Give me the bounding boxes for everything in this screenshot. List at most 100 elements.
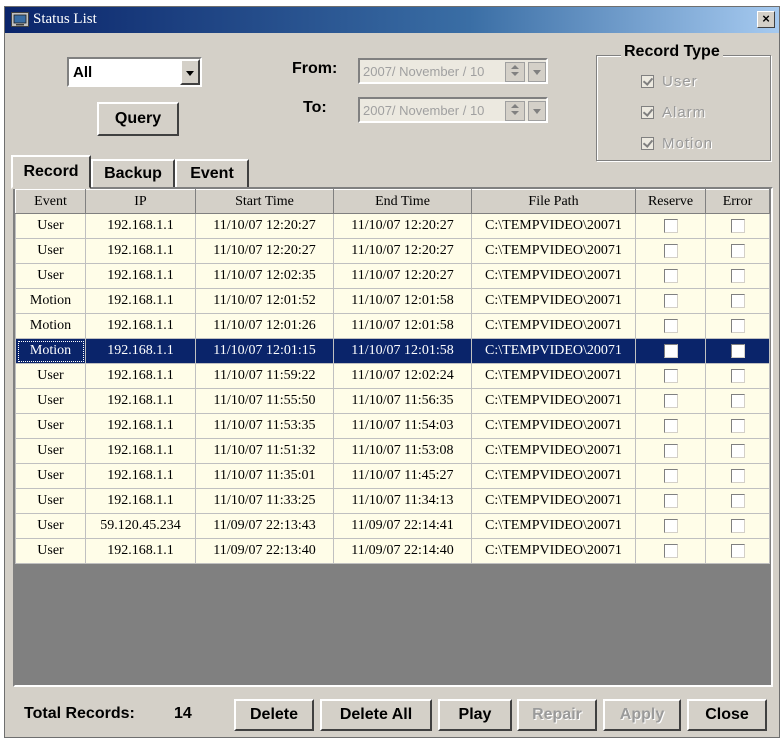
title-bar[interactable]: Status List × — [5, 7, 779, 33]
cell-end: 11/10/07 12:02:24 — [333, 363, 472, 389]
app-icon — [11, 12, 29, 27]
to-label: To: — [303, 99, 327, 116]
table-row[interactable]: User 192.168.1.1 11/10/07 11:53:35 11/10/07… — [15, 413, 770, 439]
reserve-checkbox[interactable] — [663, 293, 678, 308]
error-checkbox[interactable] — [730, 343, 745, 358]
reserve-checkbox[interactable] — [663, 468, 678, 483]
error-checkbox[interactable] — [730, 368, 745, 383]
record-type-alarm-checkbox[interactable]: Alarm — [641, 104, 706, 121]
from-date-picker[interactable]: 2007/ November / 10 — [358, 58, 548, 84]
error-checkbox[interactable] — [730, 443, 745, 458]
reserve-checkbox[interactable] — [663, 443, 678, 458]
error-checkbox[interactable] — [730, 418, 745, 433]
from-date-spinner[interactable] — [505, 62, 525, 82]
reserve-checkbox[interactable] — [663, 518, 678, 533]
to-date-value: 2007/ November / 10 — [363, 103, 485, 118]
record-table[interactable]: Event IP Start Time End Time File Path R… — [13, 187, 773, 687]
table-row[interactable]: User 192.168.1.1 11/10/07 11:51:32 11/10/07… — [15, 438, 770, 464]
column-header-ip[interactable]: IP — [85, 189, 196, 214]
cell-path: C:\TEMPVIDEO\20071 — [471, 238, 636, 264]
table-row[interactable]: User 192.168.1.1 11/10/07 11:35:01 11/10/07… — [15, 463, 770, 489]
cell-end: 11/09/07 22:14:40 — [333, 538, 472, 564]
column-header-start-time[interactable]: Start Time — [195, 189, 334, 214]
cell-ip: 192.168.1.1 — [85, 388, 196, 414]
to-date-spinner[interactable] — [505, 101, 525, 121]
record-type-motion-checkbox[interactable]: Motion — [641, 135, 713, 152]
error-checkbox[interactable] — [730, 218, 745, 233]
reserve-checkbox[interactable] — [663, 493, 678, 508]
cell-start: 11/10/07 11:33:25 — [195, 488, 334, 514]
error-checkbox[interactable] — [730, 493, 745, 508]
error-checkbox[interactable] — [730, 468, 745, 483]
table-row[interactable]: Motion 192.168.1.1 11/10/07 12:01:26 11/10/… — [15, 313, 770, 339]
column-header-error[interactable]: Error — [705, 189, 770, 214]
cell-path: C:\TEMPVIDEO\20071 — [471, 438, 636, 464]
table-row[interactable]: Motion 192.168.1.1 11/10/07 12:01:15 11/10/… — [15, 338, 770, 364]
table-row[interactable]: User 192.168.1.1 11/10/07 12:20:27 11/10/07… — [15, 213, 770, 239]
repair-button[interactable]: Repair — [517, 699, 597, 731]
cell-path: C:\TEMPVIDEO\20071 — [471, 363, 636, 389]
reserve-checkbox[interactable] — [663, 393, 678, 408]
reserve-checkbox[interactable] — [663, 368, 678, 383]
error-checkbox[interactable] — [730, 293, 745, 308]
table-row[interactable]: Motion 192.168.1.1 11/10/07 12:01:52 11/10/… — [15, 288, 770, 314]
reserve-checkbox[interactable] — [663, 243, 678, 258]
cell-reserve — [635, 338, 706, 364]
cell-end: 11/10/07 11:45:27 — [333, 463, 472, 489]
reserve-checkbox[interactable] — [663, 343, 678, 358]
table-row[interactable]: User 192.168.1.1 11/10/07 11:59:22 11/10/07… — [15, 363, 770, 389]
table-row[interactable]: User 192.168.1.1 11/10/07 11:33:25 11/10/07… — [15, 488, 770, 514]
cell-event: User — [15, 488, 86, 514]
column-header-reserve[interactable]: Reserve — [635, 189, 706, 214]
reserve-checkbox[interactable] — [663, 218, 678, 233]
delete-button[interactable]: Delete — [234, 699, 314, 731]
cell-event: User — [15, 263, 86, 289]
error-checkbox[interactable] — [730, 243, 745, 258]
cell-ip: 192.168.1.1 — [85, 413, 196, 439]
delete-all-button[interactable]: Delete All — [320, 699, 432, 731]
play-button[interactable]: Play — [438, 699, 512, 731]
from-date-dropdown-icon[interactable] — [528, 62, 546, 82]
record-type-user-checkbox[interactable]: User — [641, 73, 698, 90]
table-row[interactable]: User 192.168.1.1 11/10/07 11:55:50 11/10/07… — [15, 388, 770, 414]
event-filter-select[interactable]: All — [67, 57, 202, 87]
cell-path: C:\TEMPVIDEO\20071 — [471, 463, 636, 489]
cell-event: User — [15, 513, 86, 539]
to-date-dropdown-icon[interactable] — [528, 101, 546, 121]
cell-error — [705, 488, 770, 514]
error-checkbox[interactable] — [730, 318, 745, 333]
table-row[interactable]: User 59.120.45.234 11/09/07 22:13:43 11/09/… — [15, 513, 770, 539]
column-header-event[interactable]: Event — [15, 189, 86, 214]
close-icon[interactable]: × — [757, 11, 775, 28]
cell-end: 11/10/07 11:56:35 — [333, 388, 472, 414]
column-header-file-path[interactable]: File Path — [471, 189, 636, 214]
reserve-checkbox[interactable] — [663, 268, 678, 283]
tab-record[interactable]: Record — [11, 155, 91, 189]
cell-error — [705, 538, 770, 564]
to-date-picker[interactable]: 2007/ November / 10 — [358, 97, 548, 123]
cell-reserve — [635, 463, 706, 489]
error-checkbox[interactable] — [730, 268, 745, 283]
error-checkbox[interactable] — [730, 543, 745, 558]
reserve-checkbox[interactable] — [663, 418, 678, 433]
table-row[interactable]: User 192.168.1.1 11/10/07 12:20:27 11/10/07… — [15, 238, 770, 264]
cell-path: C:\TEMPVIDEO\20071 — [471, 313, 636, 339]
column-header-end-time[interactable]: End Time — [333, 189, 472, 214]
tab-event[interactable]: Event — [175, 159, 249, 189]
error-checkbox[interactable] — [730, 518, 745, 533]
cell-end: 11/09/07 22:14:41 — [333, 513, 472, 539]
cell-end: 11/10/07 11:54:03 — [333, 413, 472, 439]
cell-reserve — [635, 288, 706, 314]
cell-error — [705, 363, 770, 389]
apply-button[interactable]: Apply — [603, 699, 681, 731]
table-row[interactable]: User 192.168.1.1 11/10/07 12:02:35 11/10/07… — [15, 263, 770, 289]
close-button[interactable]: Close — [687, 699, 767, 731]
reserve-checkbox[interactable] — [663, 543, 678, 558]
error-checkbox[interactable] — [730, 393, 745, 408]
table-row[interactable]: User 192.168.1.1 11/09/07 22:13:40 11/09/07… — [15, 538, 770, 564]
reserve-checkbox[interactable] — [663, 318, 678, 333]
tab-backup[interactable]: Backup — [91, 159, 175, 189]
chevron-down-icon[interactable] — [180, 59, 200, 85]
query-button[interactable]: Query — [97, 102, 179, 136]
cell-error — [705, 338, 770, 364]
